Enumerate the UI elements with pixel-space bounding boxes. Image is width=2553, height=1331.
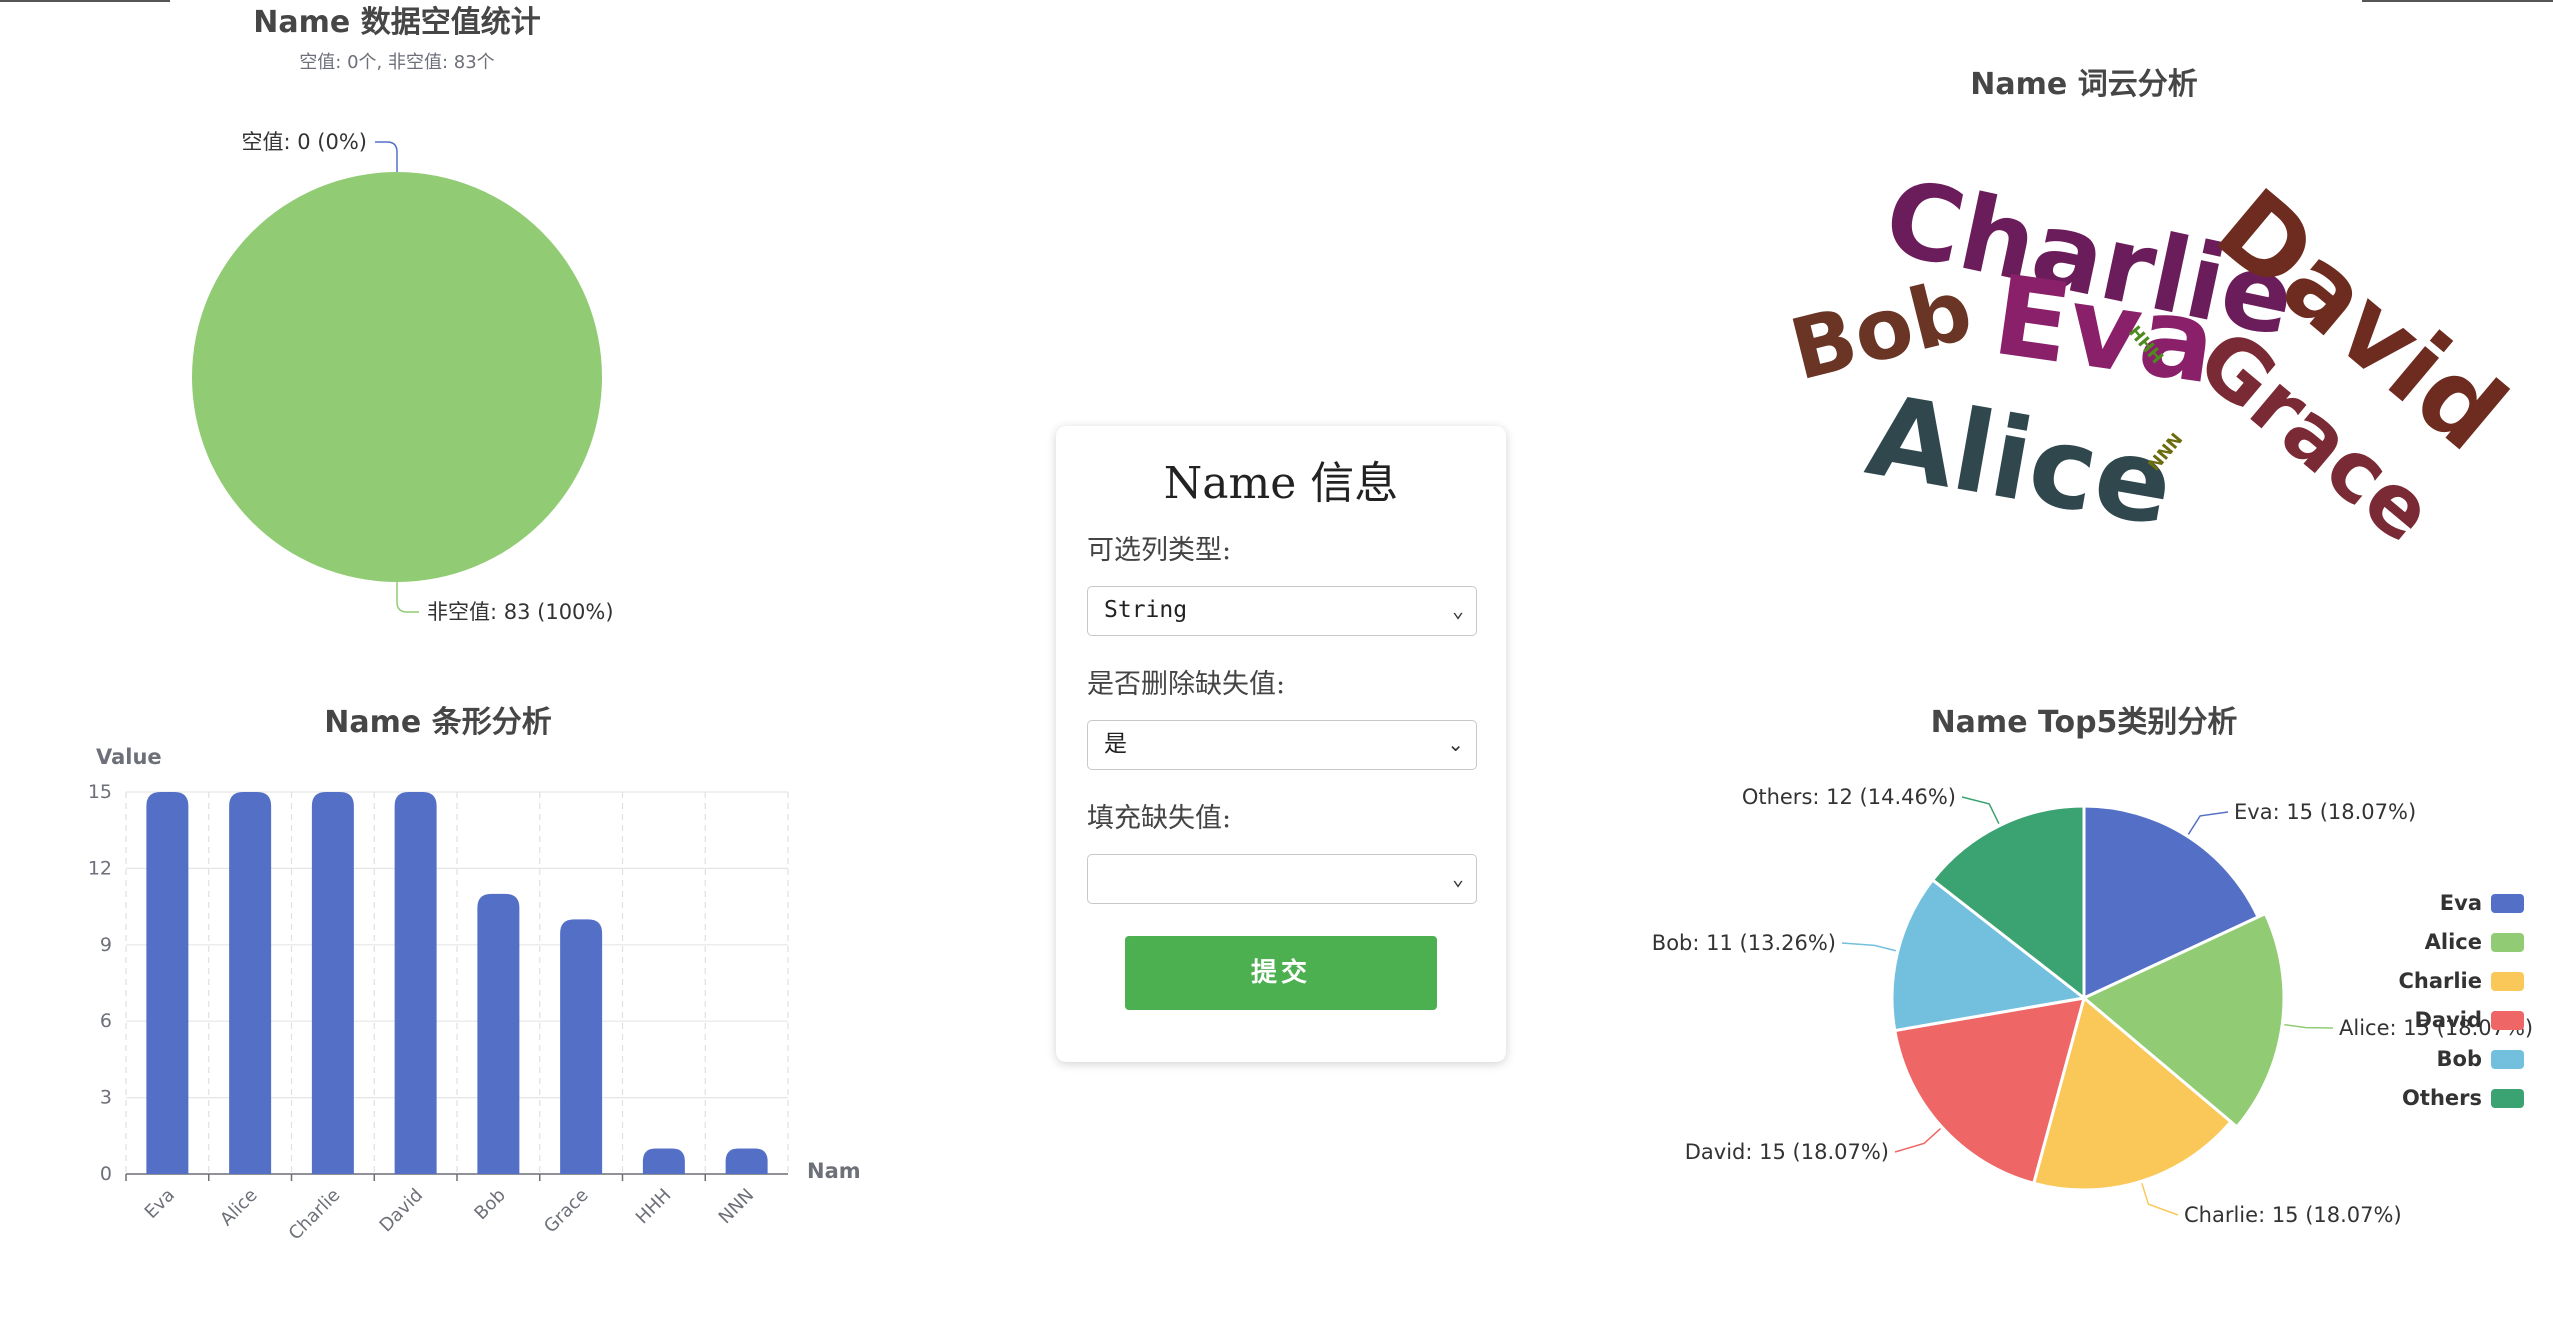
legend-label[interactable]: Bob xyxy=(2437,1047,2482,1071)
y-tick-label: 0 xyxy=(100,1163,112,1185)
chevron-down-icon: ⌄ xyxy=(1447,732,1464,756)
x-tick-label: NNN xyxy=(715,1185,758,1228)
column-type-select[interactable]: String ⌄ xyxy=(1087,586,1477,636)
legend-swatch[interactable] xyxy=(2491,1089,2524,1108)
pie-label: Eva: 15 (18.07%) xyxy=(2234,800,2416,824)
bar[interactable] xyxy=(311,792,354,1174)
legend-swatch[interactable] xyxy=(2491,972,2524,991)
pie-label: Charlie: 15 (18.07%) xyxy=(2184,1203,2402,1227)
pie-slice[interactable] xyxy=(192,172,602,582)
y-axis-label: Value xyxy=(96,745,162,769)
chart-title: Name 词云分析 xyxy=(1970,67,2197,102)
wordcloud-panel: Name 词云分析 Charlie David Eva Alice Bob Grace HH… xyxy=(1740,40,2553,620)
x-tick-label: Grace xyxy=(540,1185,593,1238)
drop-missing-label: 是否删除缺失值: xyxy=(1087,669,1286,700)
x-tick-label: HHH xyxy=(632,1185,676,1229)
drop-missing-select[interactable]: 是 ⌄ xyxy=(1087,720,1477,770)
legend-label[interactable]: Others xyxy=(2402,1086,2482,1110)
column-type-value: String xyxy=(1104,597,1188,623)
top5-chart: Name Top5类别分析 Eva: 15 (18.07%)Alice: 15 … xyxy=(1652,705,2533,1227)
x-axis-label: Nam xyxy=(807,1159,861,1183)
y-tick-label: 3 xyxy=(100,1087,112,1109)
column-info-card: Name 信息 可选列类型: String ⌄ 是否删除缺失值: 是 ⌄ 填充缺… xyxy=(1056,426,1506,1062)
y-tick-label: 9 xyxy=(100,934,112,956)
chart-title: Name Top5类别分析 xyxy=(1931,705,2238,740)
label-leader-line xyxy=(1961,796,2000,824)
bar[interactable] xyxy=(560,919,603,1174)
bar[interactable] xyxy=(642,1148,685,1174)
bar-chart: Name 条形分析 Value Nam 0 3 6 9 12 15 Eva Alice Char… xyxy=(88,705,861,1245)
fill-missing-select[interactable]: ⌄ xyxy=(1087,854,1477,904)
legend-swatch[interactable] xyxy=(2491,894,2524,913)
drop-missing-value: 是 xyxy=(1104,731,1127,757)
x-tick-label: Alice xyxy=(216,1185,261,1230)
wordcloud-chart: Name 词云分析 CharlieDavidEvaAliceBob GraceHH… xyxy=(1781,67,2528,561)
x-tick-label: David xyxy=(376,1185,428,1237)
bar-panel: Name 条形分析 Value Nam 0 3 6 9 12 15 Eva Alice Char… xyxy=(0,690,880,1250)
label-leader-line xyxy=(375,141,398,172)
top-divider-right xyxy=(2362,0,2553,2)
legend-label[interactable]: Alice xyxy=(2425,930,2482,954)
bar[interactable] xyxy=(394,792,437,1174)
chart-title: Name 数据空值统计 xyxy=(253,5,540,40)
top5-panel: Name Top5类别分析 Eva: 15 (18.07%) Alice: 15 … xyxy=(1640,690,2553,1250)
y-tick-label: 15 xyxy=(88,781,112,803)
pie-label: Bob: 11 (13.26%) xyxy=(1652,931,1836,955)
legend-swatch[interactable] xyxy=(2491,1050,2524,1069)
label-leader-line xyxy=(2141,1182,2179,1216)
y-tick-label: 6 xyxy=(100,1010,112,1032)
y-tick-label: 12 xyxy=(88,857,112,879)
legend-label[interactable]: Charlie xyxy=(2398,969,2482,993)
label-leader-line xyxy=(2187,811,2229,835)
null-stats-chart: Name 数据空值统计 空值: 0个, 非空值: 83个 空值: 0 (0%) 非… xyxy=(192,5,614,624)
fill-missing-label: 填充缺失值: xyxy=(1087,803,1232,834)
bar[interactable] xyxy=(477,893,520,1174)
chevron-down-icon: ⌄ xyxy=(1451,866,1464,890)
null-stats-panel: Name 数据空值统计 空值: 0个, 非空值: 83个 空值: 0 (0%) 非… xyxy=(0,0,800,680)
label-leader-line xyxy=(396,582,419,613)
label-leader-line xyxy=(1841,942,1897,952)
chart-subtitle: 空值: 0个, 非空值: 83个 xyxy=(299,52,494,73)
x-tick-label: Bob xyxy=(470,1185,509,1224)
pie-label: David: 15 (18.07%) xyxy=(1685,1140,1889,1164)
pie-label: 空值: 0 (0%) xyxy=(242,130,368,154)
bar[interactable] xyxy=(229,792,272,1174)
legend-swatch[interactable] xyxy=(2491,1011,2524,1030)
chart-title: Name 条形分析 xyxy=(324,705,551,740)
x-tick-label: Eva xyxy=(141,1185,179,1223)
x-tick-label: Charlie xyxy=(285,1185,345,1245)
legend-label[interactable]: David xyxy=(2414,1008,2482,1032)
chevron-down-icon: ⌄ xyxy=(1451,598,1464,622)
bar[interactable] xyxy=(725,1148,768,1174)
pie-label: Others: 12 (14.46%) xyxy=(1742,785,1956,809)
submit-button[interactable]: 提交 xyxy=(1125,936,1437,1010)
card-title: Name 信息 xyxy=(1163,458,1399,509)
label-leader-line xyxy=(2284,1023,2334,1029)
pie-label: 非空值: 83 (100%) xyxy=(427,600,614,624)
column-type-label: 可选列类型: xyxy=(1087,535,1232,566)
legend-label[interactable]: Eva xyxy=(2440,891,2482,915)
label-leader-line xyxy=(1894,1127,1941,1153)
word-bob[interactable]: Bob xyxy=(1781,260,1981,399)
legend-swatch[interactable] xyxy=(2491,933,2524,952)
bar[interactable] xyxy=(146,792,189,1174)
